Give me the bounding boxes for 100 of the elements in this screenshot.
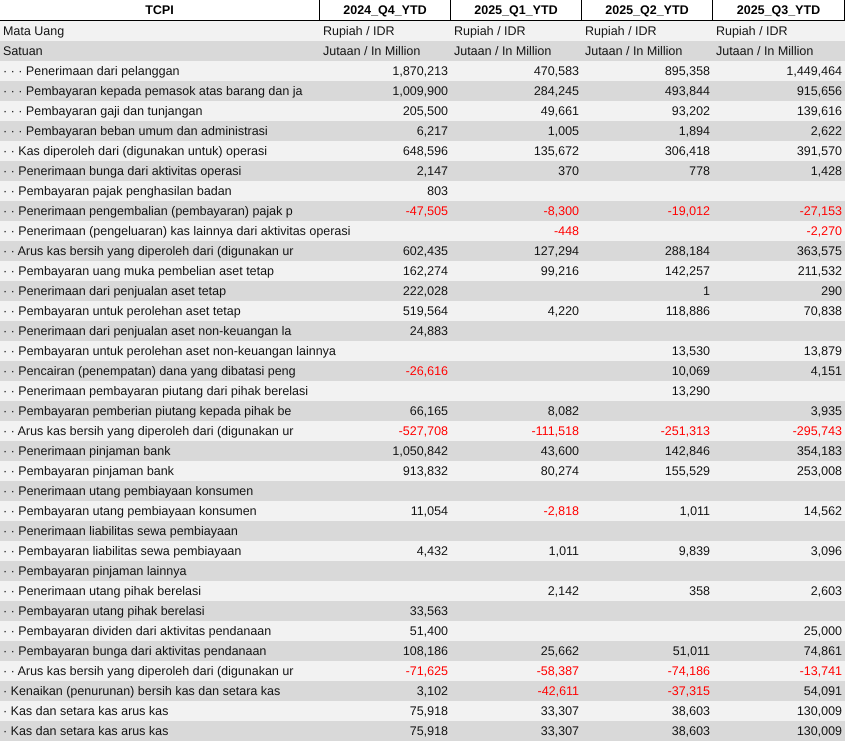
row-label: · · Pencairan (penempatan) dana yang dibatasi peng <box>2 363 296 380</box>
table-cell-text: 205,500 <box>402 103 449 120</box>
table-cell-text: 75,918 <box>410 703 449 720</box>
table-cell-text: 2,147 <box>416 163 449 180</box>
table-cell-text: 2,142 <box>548 583 580 600</box>
row-label: · · Pembayaran pajak penghasilan badan <box>2 183 232 200</box>
table-cell-text: -111,518 <box>532 423 580 440</box>
table-cell-text: -8,300 <box>544 203 580 220</box>
table-cell-text: 1,428 <box>810 163 843 180</box>
row-label: · · Penerimaan pinjaman bank <box>2 443 170 460</box>
table-cell-text: 49,661 <box>540 103 580 120</box>
table-cell-text: -42,611 <box>538 683 580 700</box>
table-cell-text: 80,274 <box>540 463 580 480</box>
table-cell-text: 54,091 <box>804 683 843 700</box>
table-cell-text: Jutaan / In Million <box>715 43 814 60</box>
table-cell-text: 778 <box>689 163 711 180</box>
table-cell-text: 13,290 <box>672 383 711 400</box>
table-cell-text: 290 <box>821 283 843 300</box>
table-cell-text: -2,818 <box>544 503 580 520</box>
table-cell-text: 25,662 <box>540 643 580 660</box>
table-cell-text: 1,009,900 <box>392 83 449 100</box>
table-cell-text: 70,838 <box>804 303 843 320</box>
table-cell-text: 10,069 <box>672 363 711 380</box>
table-cell-text: 648,596 <box>402 143 449 160</box>
table-cell-text: 33,563 <box>410 603 449 620</box>
table-cell-text: -47,505 <box>406 203 449 220</box>
table-cell-text: -448 <box>554 223 580 240</box>
table-cell-text: 253,008 <box>796 463 843 480</box>
table-cell-text: -295,743 <box>792 423 843 440</box>
table-cell-text: -58,387 <box>536 663 580 680</box>
column-header: TCPI <box>0 0 320 20</box>
table-cell-text: -19,012 <box>668 203 711 220</box>
table-cell-text: 127,294 <box>534 243 580 260</box>
table-cell-text: 370 <box>558 163 580 180</box>
table-cell-text: 3,102 <box>416 683 449 700</box>
table-cell-text: 142,257 <box>664 263 711 280</box>
row-label: · · · Pembayaran kepada pemasok atas barang dan ja <box>2 83 302 100</box>
table-cell-text: -74,186 <box>668 663 711 680</box>
row-label: · Kas dan setara kas arus kas <box>2 723 168 740</box>
table-cell-text: 1,011 <box>548 543 580 560</box>
row-label: · · Pembayaran pinjaman lainnya <box>2 563 186 580</box>
table-cell-text: 1,005 <box>548 123 580 140</box>
table-cell-text: 51,400 <box>410 623 449 640</box>
table-cell-text: 8,082 <box>548 403 580 420</box>
table-cell-text: 211,532 <box>798 263 843 280</box>
row-label: Satuan <box>2 43 43 60</box>
table-cell-text: 3,935 <box>810 403 843 420</box>
row-label: · Kenaikan (penurunan) bersih kas dan setara kas <box>2 683 280 700</box>
row-label: · · Pembayaran pemberian piutang kepada pihak be <box>2 403 292 420</box>
table-cell-text: 1 <box>703 283 711 300</box>
table-cell-text: 9,839 <box>678 543 711 560</box>
table-cell-text: 33,307 <box>540 723 580 740</box>
table-cell-text: 13,879 <box>804 343 843 360</box>
row-label: · · Pembayaran dividen dari aktivitas pendanaan <box>2 623 272 640</box>
table-cell-text: -13,741 <box>800 663 843 680</box>
table-cell-text: 3,096 <box>810 543 843 560</box>
row-label: · · Arus kas bersih yang diperoleh dari (digunakan ur <box>2 243 294 260</box>
row-label: · · Arus kas bersih yang diperoleh dari (digunakan ur <box>2 423 294 440</box>
table-cell-text: 11,054 <box>410 503 449 520</box>
row-label: · · · Penerimaan dari pelanggan <box>2 63 180 80</box>
row-label: · Kas dan setara kas arus kas <box>2 703 168 720</box>
row-label: · · Pembayaran untuk perolehan aset non-keuangan lainnya <box>2 343 336 360</box>
row-label: · · Pembayaran utang pihak berelasi <box>2 603 205 620</box>
row-label: · · Pembayaran untuk perolehan aset tetap <box>2 303 241 320</box>
table-cell-text: 162,274 <box>402 263 449 280</box>
row-label: Mata Uang <box>2 23 64 40</box>
row-label: · · Penerimaan (pengeluaran) kas lainnya dari aktivitas operasi <box>2 223 350 240</box>
table-cell-text: 118,886 <box>666 303 711 320</box>
table-cell-text: 519,564 <box>402 303 449 320</box>
row-label: · · · Pembayaran beban umum dan administrasi <box>2 123 268 140</box>
row-label: · · Penerimaan liabilitas sewa pembiayaan <box>2 523 238 540</box>
row-label: · · Penerimaan bunga dari aktivitas operasi <box>2 163 242 180</box>
table-cell-text: 51,011 <box>672 643 711 660</box>
row-label: · · · Pembayaran gaji dan tunjangan <box>2 103 202 120</box>
table-cell-text: 803 <box>427 183 449 200</box>
table-cell-text: 358 <box>689 583 711 600</box>
table-cell-text: 4,220 <box>548 303 580 320</box>
table-cell-text: 895,358 <box>664 63 711 80</box>
table-cell-text: 13,530 <box>672 343 711 360</box>
table-cell-text: -251,313 <box>660 423 711 440</box>
table-cell-text: 130,009 <box>796 723 843 740</box>
table-cell-text: -71,625 <box>406 663 449 680</box>
table-cell-text: Jutaan / In Million <box>584 43 682 60</box>
row-label: · · Penerimaan pengembalian (pembayaran) pajak p <box>2 203 293 220</box>
table-cell-text: 1,050,842 <box>392 443 449 460</box>
row-label: · · Pembayaran uang muka pembelian aset tetap <box>2 263 274 280</box>
table-cell-text: 33,307 <box>540 703 580 720</box>
table-cell-text: -27,153 <box>800 203 843 220</box>
table-cell-text: 284,245 <box>534 83 580 100</box>
table-cell-text: 2,603 <box>810 583 843 600</box>
row-label: · · Penerimaan utang pembiayaan konsumen <box>2 483 254 500</box>
table-cell-text: 4,432 <box>416 543 449 560</box>
table-cell-text: 108,186 <box>402 643 449 660</box>
table-cell-text: 391,570 <box>796 143 843 160</box>
table-cell-text: 155,529 <box>664 463 711 480</box>
table-cell-text: -37,315 <box>668 683 711 700</box>
table-cell-text: 354,183 <box>796 443 843 460</box>
table-cell-text: -527,708 <box>398 423 449 440</box>
row-label: · · Pembayaran pinjaman bank <box>2 463 174 480</box>
table-cell-text: -2,270 <box>806 223 843 240</box>
